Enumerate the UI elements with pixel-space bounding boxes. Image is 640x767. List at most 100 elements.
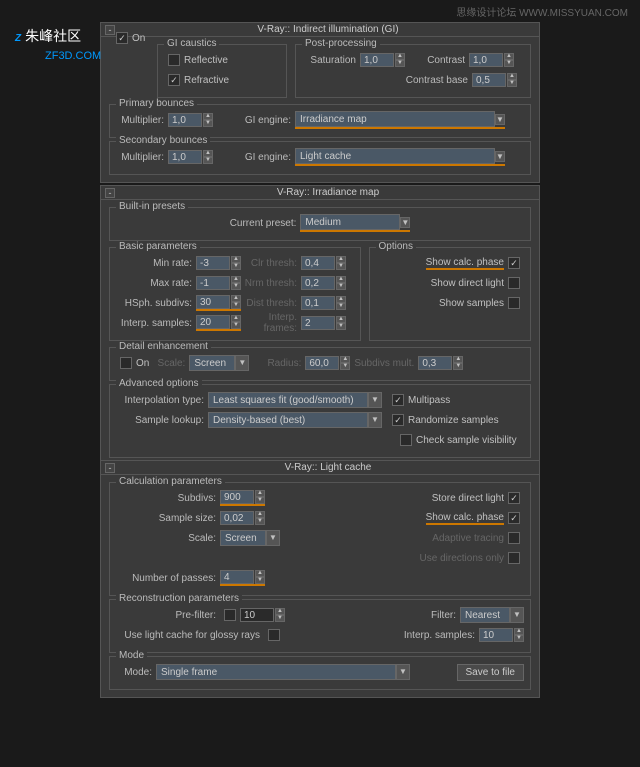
dropdown-interp-type[interactable]: [208, 392, 368, 408]
dropdown-lc-scale[interactable]: [220, 530, 266, 546]
button-save-to-file[interactable]: Save to file: [457, 664, 524, 681]
spin-down[interactable]: ▼: [255, 497, 265, 504]
checkbox-detail-on[interactable]: [120, 357, 132, 369]
spin-down[interactable]: ▼: [203, 120, 213, 127]
checkbox-gi-on[interactable]: [116, 32, 128, 44]
spin-up[interactable]: ▲: [336, 276, 346, 283]
dropdown-detail-scale[interactable]: [189, 355, 235, 371]
checkbox-randomize[interactable]: [392, 414, 404, 426]
dropdown-preset[interactable]: [300, 214, 400, 230]
spin-up[interactable]: ▲: [255, 511, 265, 518]
spin-down[interactable]: ▼: [336, 283, 346, 290]
spin-up[interactable]: ▲: [255, 570, 265, 577]
input-hsph[interactable]: [196, 295, 230, 309]
checkbox-show-calc[interactable]: [508, 257, 520, 269]
input-dist-thresh[interactable]: [301, 296, 335, 310]
input-subdivs-mult[interactable]: [418, 356, 452, 370]
input-secondary-mult[interactable]: [168, 150, 202, 164]
dropdown-filter[interactable]: [460, 607, 510, 623]
spin-up[interactable]: ▲: [203, 113, 213, 120]
spin-up[interactable]: ▲: [231, 276, 241, 283]
input-nrm-thresh[interactable]: [301, 276, 335, 290]
collapse-btn-irr[interactable]: -: [105, 188, 115, 198]
checkbox-reflective[interactable]: [168, 54, 180, 66]
dropdown-btn[interactable]: ▼: [266, 530, 280, 546]
spin-down[interactable]: ▼: [231, 263, 241, 270]
spin-up[interactable]: ▲: [255, 490, 265, 497]
dropdown-btn[interactable]: ▼: [495, 151, 505, 162]
spin-down[interactable]: ▼: [255, 518, 265, 525]
spin-up[interactable]: ▲: [203, 150, 213, 157]
input-primary-mult[interactable]: [168, 113, 202, 127]
input-radius[interactable]: [305, 356, 339, 370]
spin-up[interactable]: ▲: [231, 256, 241, 263]
spin-down[interactable]: ▼: [255, 577, 265, 584]
dropdown-btn[interactable]: ▼: [495, 114, 505, 125]
spin-down[interactable]: ▼: [395, 60, 405, 67]
dropdown-btn[interactable]: ▼: [510, 607, 524, 623]
dropdown-mode[interactable]: [156, 664, 396, 680]
spin-up[interactable]: ▲: [507, 73, 517, 80]
input-contrast[interactable]: [469, 53, 503, 67]
checkbox-use-dir[interactable]: [508, 552, 520, 564]
checkbox-multipass[interactable]: [392, 394, 404, 406]
spin-down[interactable]: ▼: [336, 263, 346, 270]
dropdown-btn[interactable]: ▼: [400, 217, 410, 228]
spin-up[interactable]: ▲: [514, 628, 524, 635]
spin-up[interactable]: ▲: [395, 53, 405, 60]
checkbox-show-samples[interactable]: [508, 297, 520, 309]
checkbox-show-direct[interactable]: [508, 277, 520, 289]
spin-down[interactable]: ▼: [507, 80, 517, 87]
checkbox-use-glossy[interactable]: [268, 629, 280, 641]
dropdown-btn[interactable]: ▼: [235, 355, 249, 371]
checkbox-prefilter[interactable]: [224, 609, 236, 621]
spin-down[interactable]: ▼: [340, 363, 350, 370]
input-contrast-base[interactable]: [472, 73, 506, 87]
input-max-rate[interactable]: [196, 276, 230, 290]
spin-up[interactable]: ▲: [231, 295, 241, 302]
spin-down[interactable]: ▼: [453, 363, 463, 370]
checkbox-store-direct[interactable]: [508, 492, 520, 504]
checkbox-check-vis[interactable]: [400, 434, 412, 446]
spin-up[interactable]: ▲: [340, 356, 350, 363]
spin-down[interactable]: ▼: [504, 60, 514, 67]
dropdown-btn[interactable]: ▼: [368, 412, 382, 428]
spin-down[interactable]: ▼: [231, 322, 241, 329]
checkbox-refractive[interactable]: [168, 74, 180, 86]
spin-down[interactable]: ▼: [336, 323, 346, 330]
input-recon-interp[interactable]: [479, 628, 513, 642]
spin-up[interactable]: ▲: [504, 53, 514, 60]
spin-down[interactable]: ▼: [275, 615, 285, 622]
dropdown-sample-lookup[interactable]: [208, 412, 368, 428]
label-clr-thresh: Clr thresh:: [241, 258, 301, 269]
input-interp-frames[interactable]: [301, 316, 335, 330]
input-interp-samples[interactable]: [196, 315, 230, 329]
input-saturation[interactable]: [360, 53, 394, 67]
label-filter: Filter:: [431, 610, 460, 621]
dropdown-secondary-engine[interactable]: [295, 148, 495, 164]
input-lc-subdivs[interactable]: [220, 490, 254, 504]
input-clr-thresh[interactable]: [301, 256, 335, 270]
spin-up[interactable]: ▲: [231, 315, 241, 322]
spin-down[interactable]: ▼: [231, 283, 241, 290]
spin-down[interactable]: ▼: [514, 635, 524, 642]
spin-down[interactable]: ▼: [231, 302, 241, 309]
input-min-rate[interactable]: [196, 256, 230, 270]
spin-down[interactable]: ▼: [203, 157, 213, 164]
dropdown-primary-engine[interactable]: [295, 111, 495, 127]
spin-up[interactable]: ▲: [336, 296, 346, 303]
spin-up[interactable]: ▲: [275, 608, 285, 615]
input-prefilter[interactable]: [240, 608, 274, 622]
dropdown-btn[interactable]: ▼: [396, 664, 410, 680]
spin-up[interactable]: ▲: [336, 316, 346, 323]
dropdown-btn[interactable]: ▼: [368, 392, 382, 408]
checkbox-adaptive[interactable]: [508, 532, 520, 544]
input-passes[interactable]: [220, 570, 254, 584]
checkbox-lc-show-calc[interactable]: [508, 512, 520, 524]
spin-up[interactable]: ▲: [453, 356, 463, 363]
spin-down[interactable]: ▼: [336, 303, 346, 310]
input-sample-size[interactable]: [220, 511, 254, 525]
spin-up[interactable]: ▲: [336, 256, 346, 263]
collapse-btn-lc[interactable]: -: [105, 463, 115, 473]
group-options: Options: [376, 241, 416, 252]
